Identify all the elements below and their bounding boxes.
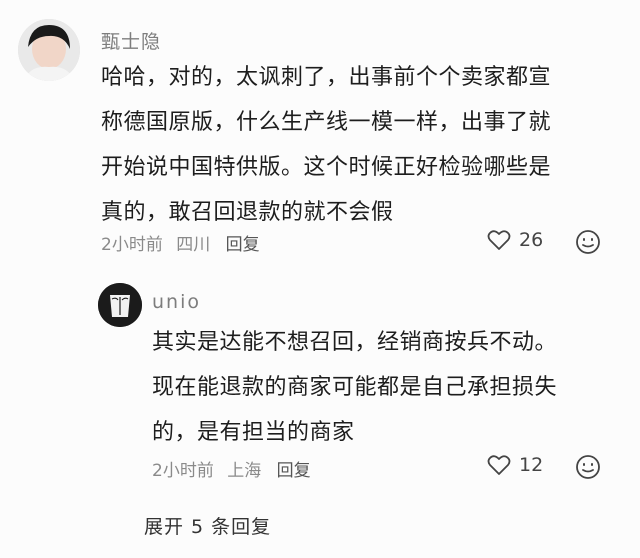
like-count: 12 bbox=[519, 454, 544, 476]
username[interactable]: 甄士隐 bbox=[101, 27, 161, 54]
smiley-icon[interactable] bbox=[575, 229, 601, 255]
reply-line: 其实是达能不想召回，经销商按兵不动。 bbox=[152, 330, 558, 355]
reply-meta: 2小时前 上海 回复 bbox=[152, 456, 311, 481]
reply-button[interactable]: 回复 bbox=[226, 235, 260, 255]
comment-text: 哈哈，对的，太讽刺了，出事前个个卖家都宣 称德国原版，什么生产线一模一样，出事了… bbox=[101, 55, 621, 235]
timestamp: 2小时前 bbox=[101, 235, 163, 255]
like-count: 26 bbox=[519, 229, 544, 251]
comment-line: 称德国原版，什么生产线一模一样，出事了就 bbox=[101, 110, 552, 135]
timestamp: 2小时前 bbox=[152, 461, 214, 481]
like-button[interactable]: 12 bbox=[487, 454, 543, 476]
avatar[interactable] bbox=[98, 283, 142, 327]
location: 四川 bbox=[176, 235, 211, 255]
location: 上海 bbox=[227, 461, 262, 481]
comment-meta: 2小时前 四川 回复 bbox=[101, 230, 260, 255]
comment-line: 开始说中国特供版。这个时候正好检验哪些是 bbox=[101, 155, 552, 180]
comment-line: 哈哈，对的，太讽刺了，出事前个个卖家都宣 bbox=[101, 65, 552, 90]
expand-replies-button[interactable]: 展开 5 条回复 bbox=[144, 512, 271, 539]
heart-outline-icon bbox=[487, 230, 511, 250]
heart-outline-icon bbox=[487, 455, 511, 475]
smiley-icon[interactable] bbox=[575, 454, 601, 480]
like-button[interactable]: 26 bbox=[487, 229, 543, 251]
reply-button[interactable]: 回复 bbox=[277, 461, 311, 481]
avatar[interactable] bbox=[18, 19, 80, 81]
reply-text: 其实是达能不想召回，经销商按兵不动。 现在能退款的商家可能都是自己承担损失 的，… bbox=[152, 320, 622, 455]
reply-line: 现在能退款的商家可能都是自己承担损失 bbox=[152, 375, 558, 400]
username[interactable]: unio bbox=[152, 291, 201, 313]
reply-line: 的，是有担当的商家 bbox=[152, 420, 355, 445]
